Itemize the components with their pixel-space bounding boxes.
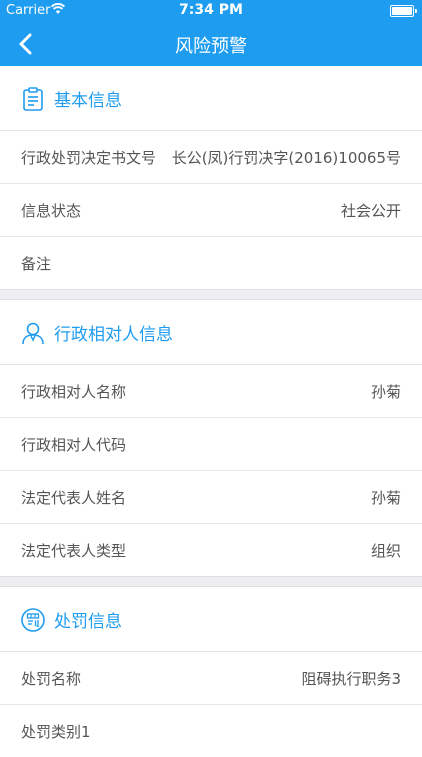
- status-bar: Carrier 7:34 PM: [0, 0, 422, 22]
- status-time: 7:34 PM: [179, 2, 243, 18]
- row-label: 备注: [21, 255, 52, 273]
- row-label: 行政相对人代码: [21, 436, 127, 454]
- nav-bar: 风险预警: [0, 22, 422, 66]
- row-value: 阻碍执行职务3: [301, 670, 401, 688]
- person-icon: [22, 322, 44, 345]
- section-counterparty-info: 行政相对人信息 行政相对人名称 孙菊 行政相对人代码 法定代表人姓名 孙菊 法定…: [0, 300, 422, 576]
- section-divider: [0, 289, 422, 300]
- info-row: 处罚名称 阻碍执行职务3: [0, 652, 422, 705]
- info-row: 信息状态 社会公开: [0, 184, 422, 237]
- section-divider: [0, 576, 422, 587]
- info-row: 行政相对人名称 孙菊: [0, 365, 422, 418]
- section-title: 处罚信息: [54, 612, 122, 632]
- detail-content: 基本信息 行政处罚决定书文号 长公(凤)行罚决字(2016)10065号 信息状…: [0, 66, 422, 757]
- row-label: 行政相对人名称: [21, 383, 127, 401]
- page-title: 风险预警: [175, 36, 247, 57]
- penalty-icon: [21, 608, 45, 632]
- row-label: 行政处罚决定书文号: [21, 149, 157, 167]
- section-header: 处罚信息: [0, 587, 422, 652]
- info-row: 行政相对人代码: [0, 418, 422, 471]
- row-value: 长公(凤)行罚决字(2016)10065号: [171, 149, 401, 167]
- row-label: 处罚类别1: [21, 723, 91, 741]
- row-value: 孙菊: [370, 489, 401, 507]
- section-penalty-info: 处罚信息 处罚名称 阻碍执行职务3 处罚类别1: [0, 587, 422, 757]
- row-value: 社会公开: [340, 202, 401, 220]
- info-row: 法定代表人类型 组织: [0, 524, 422, 576]
- info-row: 处罚类别1: [0, 705, 422, 757]
- section-title: 基本信息: [54, 91, 122, 111]
- section-title: 行政相对人信息: [54, 325, 173, 345]
- section-basic-info: 基本信息 行政处罚决定书文号 长公(凤)行罚决字(2016)10065号 信息状…: [0, 66, 422, 289]
- section-header: 行政相对人信息: [0, 300, 422, 365]
- app-header: Carrier 7:34 PM 风险预警: [0, 0, 422, 66]
- info-row: 法定代表人姓名 孙菊: [0, 471, 422, 524]
- row-value: 组织: [370, 542, 401, 560]
- info-row: 备注: [0, 237, 422, 289]
- battery-icon: [390, 5, 417, 17]
- row-label: 法定代表人姓名: [21, 489, 127, 507]
- row-label: 处罚名称: [21, 670, 82, 688]
- row-label: 信息状态: [21, 202, 82, 220]
- clipboard-icon: [23, 87, 43, 111]
- row-value: 孙菊: [370, 383, 401, 401]
- section-header: 基本信息: [0, 66, 422, 131]
- row-label: 法定代表人类型: [21, 542, 127, 560]
- info-row: 行政处罚决定书文号 长公(凤)行罚决字(2016)10065号: [0, 131, 422, 184]
